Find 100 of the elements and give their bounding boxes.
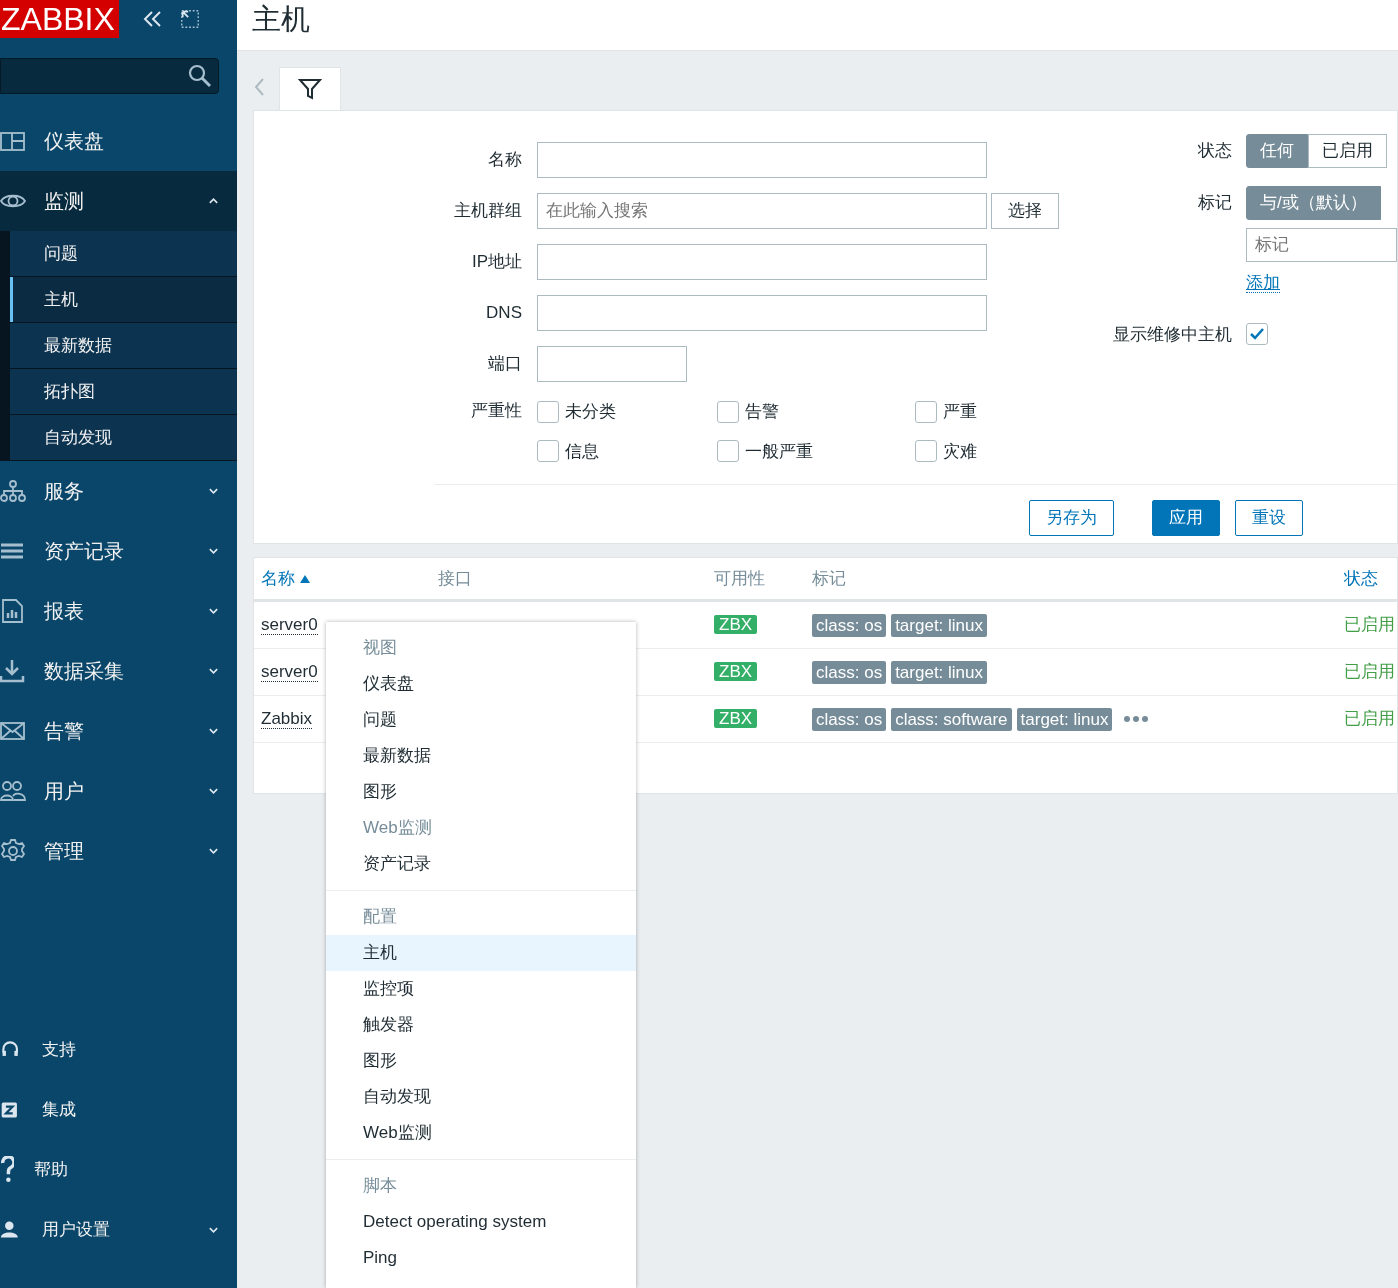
host-link[interactable]: server0 [261, 615, 318, 636]
tag: class: software [891, 707, 1012, 731]
sidebar-item[interactable]: 资产记录 [0, 521, 237, 581]
users-icon [0, 778, 26, 804]
menu-item[interactable]: 监控项 [326, 971, 636, 1007]
select-button[interactable]: 选择 [991, 192, 1059, 229]
field-label: 标记 [1197, 192, 1233, 215]
menu-item[interactable]: Web监测 [326, 1115, 636, 1151]
checkbox-label: 信息 [565, 440, 599, 463]
sidebar-item[interactable]: 管理 [0, 821, 237, 881]
availability-badge: ZBX [714, 662, 758, 682]
column-header-cell[interactable]: 名称 [254, 565, 431, 592]
chevron-left-icon[interactable] [253, 77, 265, 97]
availability-badge: ZBX [714, 709, 758, 729]
column-header-cell[interactable]: 状态 [1337, 565, 1398, 592]
menu-item[interactable]: 图形 [326, 774, 636, 810]
menu-item[interactable]: Ping [326, 1240, 636, 1276]
field-label: 严重性 [470, 400, 523, 422]
search-field[interactable] [0, 58, 219, 94]
chevron-down-icon [208, 487, 219, 495]
submenu-item[interactable]: 问题 [10, 231, 237, 277]
field-label: 端口 [487, 352, 523, 375]
checkbox-label: 未分类 [565, 401, 616, 423]
add-link[interactable]: 添加 [1246, 273, 1280, 293]
availability-badge: ZBX [714, 615, 758, 635]
sidebar-item[interactable]: 服务 [0, 461, 237, 521]
menu-item[interactable]: 问题 [326, 702, 636, 738]
sidebar-item[interactable]: 用户 [0, 761, 237, 821]
sidebar-item[interactable]: 监测 [0, 171, 237, 231]
menu-heading: 视图 [362, 637, 398, 659]
input-field[interactable] [537, 294, 987, 331]
filter-button[interactable]: 重设 [1235, 500, 1303, 536]
menu-heading: 配置 [362, 906, 398, 928]
page-title: 主机 [252, 3, 310, 35]
tag: class: os [812, 660, 887, 684]
download-icon [0, 658, 26, 684]
host-link[interactable]: Zabbix [261, 709, 313, 730]
checkbox[interactable] [717, 400, 739, 423]
menu-item[interactable]: 仪表盘 [326, 666, 636, 702]
apply-button[interactable]: 应用 [1152, 500, 1220, 536]
sidebar-item[interactable]: 帮助 [0, 1140, 237, 1200]
checkbox[interactable] [915, 400, 937, 423]
sidebar-item[interactable]: 仪表盘 [0, 111, 237, 171]
search-icon[interactable] [188, 64, 212, 88]
checkbox[interactable] [717, 440, 739, 463]
menu-item[interactable]: 触发器 [326, 1007, 636, 1043]
field-label: DNS [485, 301, 523, 324]
input-field[interactable] [537, 243, 987, 280]
filter-button[interactable]: 另存为 [1029, 500, 1114, 536]
menu-item[interactable]: Detect operating system [326, 1204, 636, 1240]
filter-tab[interactable] [279, 67, 341, 110]
checkbox[interactable] [915, 440, 937, 463]
menu-item: Web监测 [362, 817, 433, 839]
sidebar-item[interactable]: 告警 [0, 701, 237, 761]
logo[interactable]: ZABBIX [0, 0, 119, 38]
sidebar-item[interactable]: 报表 [0, 581, 237, 641]
menu-heading: 脚本 [362, 1175, 398, 1197]
menu-item[interactable]: 资产记录 [326, 846, 636, 882]
sidebar-item[interactable]: 数据采集 [0, 641, 237, 701]
tag: class: os [812, 707, 887, 731]
checkbox-label: 一般严重 [745, 440, 813, 463]
tag: class: os [812, 613, 887, 637]
input-field[interactable]: 在此输入搜索 [537, 192, 987, 229]
menu-item[interactable]: 图形 [326, 1043, 636, 1079]
sidebar-item[interactable]: 支持 [0, 1020, 237, 1080]
column-header: 可用性 [714, 568, 765, 588]
input-field[interactable] [537, 345, 687, 382]
submenu-item[interactable]: 拓扑图 [10, 369, 237, 415]
gear-icon [0, 838, 26, 864]
menu-item[interactable]: 自动发现 [326, 1079, 636, 1115]
chevron-down-icon [208, 847, 219, 855]
checkbox-label: 严重 [943, 401, 977, 423]
menu-item[interactable]: 最新数据 [326, 738, 636, 774]
sort-arrow-icon [299, 574, 311, 585]
help-icon [0, 1156, 14, 1184]
checkbox[interactable] [537, 440, 559, 463]
chevron-down-icon [208, 547, 219, 555]
checkbox-label: 灾难 [943, 440, 977, 463]
submenu-item[interactable]: 主机 [10, 277, 237, 323]
sidebar-item[interactable]: 集成 [0, 1080, 237, 1140]
host-link[interactable]: server0 [261, 662, 318, 683]
chevron-down-icon [208, 787, 219, 795]
column-header: 标记 [812, 568, 846, 588]
input-field[interactable]: 标记 [1246, 228, 1397, 262]
checkbox[interactable] [1246, 323, 1268, 346]
input-field[interactable] [537, 141, 987, 178]
menu-item[interactable]: 主机 [326, 935, 636, 971]
kiosk-icon[interactable] [178, 8, 201, 30]
column-header: 接口 [438, 568, 472, 588]
segment-button[interactable]: 已启用 [1308, 134, 1387, 168]
field-label: IP地址 [470, 250, 523, 273]
tag: target: linux [1016, 707, 1113, 731]
chevron-down-icon [208, 607, 219, 615]
tag: target: linux [891, 660, 988, 684]
checkbox[interactable] [537, 400, 559, 423]
submenu-item[interactable]: 最新数据 [10, 323, 237, 369]
submenu-item[interactable]: 自动发现 [10, 415, 237, 461]
more-icon[interactable] [1123, 715, 1150, 723]
sidebar-item[interactable]: 用户设置 [0, 1200, 237, 1260]
sitemap-icon [0, 478, 26, 504]
